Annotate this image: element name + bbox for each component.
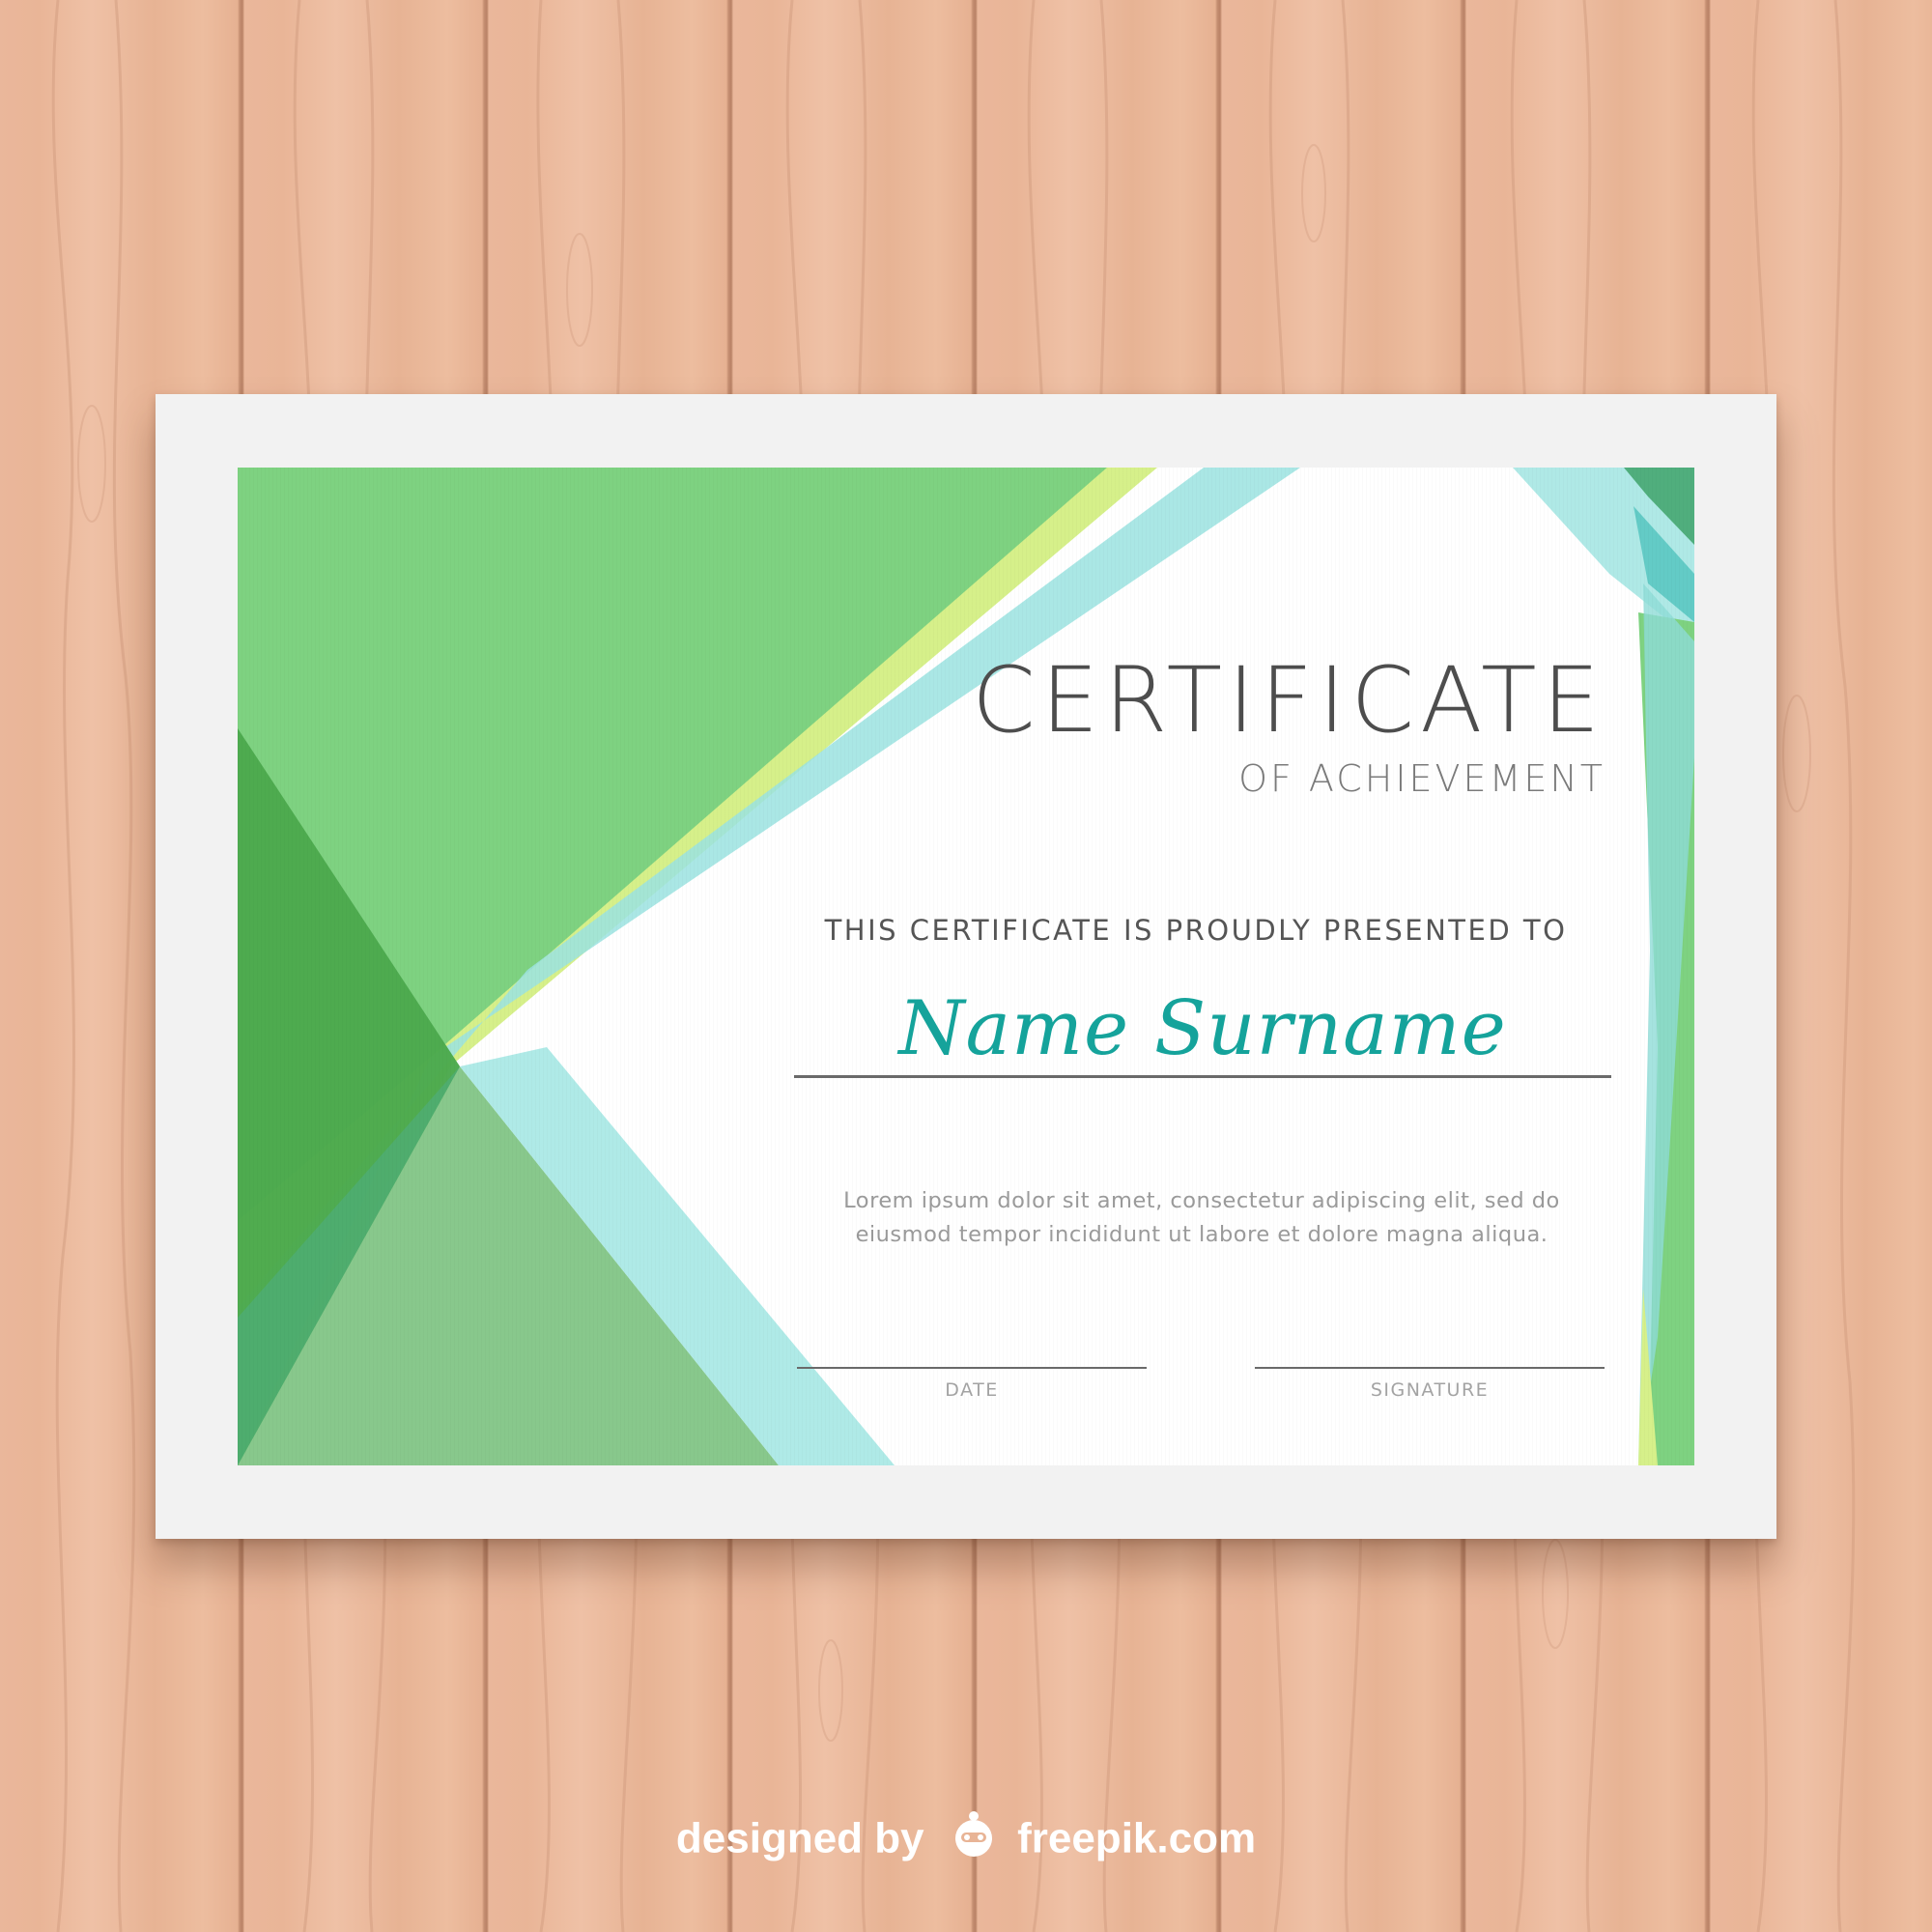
credit-site: freepik.com [1017,1814,1257,1862]
certificate-body: Lorem ipsum dolor sit amet, consectetur … [779,1184,1625,1252]
certificate-card: CERTIFICATE OF ACHIEVEMENT THIS CERTIFIC… [238,468,1694,1465]
signature-label: SIGNATURE [1370,1379,1490,1401]
certificate-subtitle: OF ACHIEVEMENT [1238,757,1605,800]
recipient-name: Name Surname [898,985,1507,1072]
freepik-logo-icon [948,1809,1000,1873]
body-line: Lorem ipsum dolor sit amet, consectetur … [843,1188,1560,1213]
body-line: eiusmod tempor incididunt ut labore et d… [855,1222,1548,1247]
geometric-decoration [238,468,1694,1465]
name-underline [794,1075,1611,1078]
certificate-title: CERTIFICATE [972,648,1605,753]
designer-credit: designed by freepik.com [0,1809,1932,1873]
signature-line [1255,1367,1605,1369]
date-line [797,1367,1147,1369]
presented-to-text: THIS CERTIFICATE IS PROUDLY PRESENTED TO [824,914,1568,947]
credit-designed-by: designed by [675,1814,924,1862]
date-label: DATE [945,1379,999,1401]
